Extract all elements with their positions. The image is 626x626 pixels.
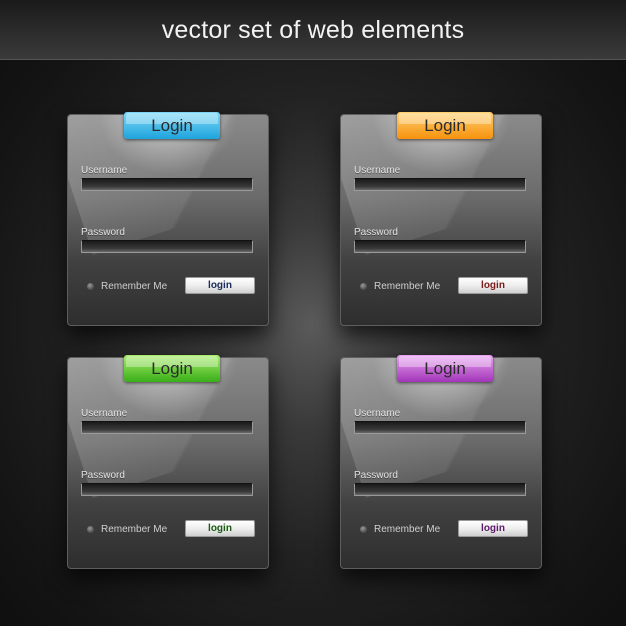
login-tab-label: Login <box>424 359 466 378</box>
remember-me-radio[interactable] <box>360 283 367 290</box>
remember-me-label: Remember Me <box>101 281 168 292</box>
page-title: vector set of web elements <box>161 16 465 44</box>
remember-me-radio[interactable] <box>360 526 367 533</box>
username-label: Username <box>81 408 128 419</box>
remember-me-radio[interactable] <box>87 526 94 533</box>
login-tab-label: Login <box>424 116 466 135</box>
login-tab[interactable]: Login <box>397 112 493 139</box>
login-panel-blue: Login Username Password Remember Me logi… <box>67 112 269 326</box>
remember-me-radio[interactable] <box>87 283 94 290</box>
password-label: Password <box>81 470 125 481</box>
username-label: Username <box>354 165 401 176</box>
username-label: Username <box>81 165 128 176</box>
password-input[interactable] <box>81 240 253 253</box>
remember-me-label: Remember Me <box>374 281 441 292</box>
login-tab-label: Login <box>151 116 193 135</box>
login-tab[interactable]: Login <box>124 112 220 139</box>
username-input[interactable] <box>354 421 526 434</box>
login-panel-purple: Login Username Password Remember Me logi… <box>340 355 542 569</box>
login-tab[interactable]: Login <box>397 355 493 382</box>
password-input[interactable] <box>354 240 526 253</box>
username-input[interactable] <box>81 178 253 191</box>
login-button[interactable]: login <box>185 520 255 537</box>
login-tab[interactable]: Login <box>124 355 220 382</box>
header-bar: vector set of web elements <box>0 0 626 60</box>
remember-me-label: Remember Me <box>374 524 441 535</box>
password-label: Password <box>354 227 398 238</box>
username-input[interactable] <box>354 178 526 191</box>
login-button[interactable]: login <box>185 277 255 294</box>
login-button[interactable]: login <box>458 277 528 294</box>
login-tab-label: Login <box>151 359 193 378</box>
username-label: Username <box>354 408 401 419</box>
login-panel-orange: Login Username Password Remember Me logi… <box>340 112 542 326</box>
password-label: Password <box>81 227 125 238</box>
login-panel-green: Login Username Password Remember Me logi… <box>67 355 269 569</box>
username-input[interactable] <box>81 421 253 434</box>
password-label: Password <box>354 470 398 481</box>
password-input[interactable] <box>354 483 526 496</box>
remember-me-label: Remember Me <box>101 524 168 535</box>
login-button[interactable]: login <box>458 520 528 537</box>
password-input[interactable] <box>81 483 253 496</box>
